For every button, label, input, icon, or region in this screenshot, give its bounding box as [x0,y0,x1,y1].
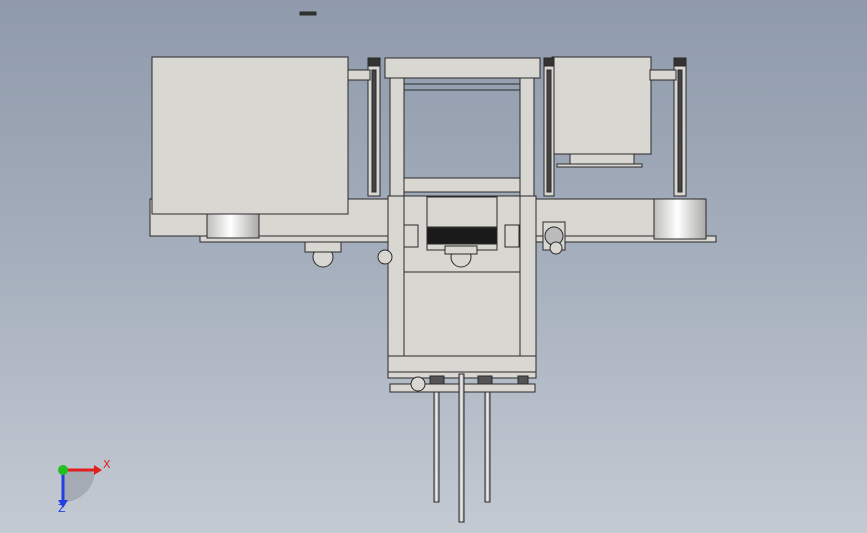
frame-col-right [519,77,535,197]
top-mark [299,11,317,16]
rod-left [433,391,440,503]
x-axis-label: X [103,458,111,471]
motor-housing [426,196,498,228]
roller-left [403,224,419,248]
bar-right [649,69,677,81]
right-box-foot [569,153,635,165]
z-axis-label: Z [58,502,66,515]
center-panel [403,271,521,357]
right-cylinder [653,198,707,240]
graphics-viewport[interactable]: X Z [0,0,867,533]
wheel-4 [549,241,563,255]
y-axis-dot [58,465,68,475]
roller-right [504,224,520,248]
coordinate-triad: X Z [58,458,111,515]
rod-center [458,373,465,523]
left-box [151,56,349,215]
right-box-rail [556,163,643,168]
frame-bottom-bar [403,177,521,193]
rod-right [484,391,491,503]
knob-1 [367,57,381,67]
frame-col-left [389,77,405,197]
knob-3 [673,57,687,67]
bar-left [347,69,371,81]
left-cylinder [206,213,260,239]
triad-plane [63,470,95,502]
center-bottom [387,355,537,373]
motor-belt [426,227,498,245]
bolt-1 [410,376,426,392]
knob-2 [543,57,555,67]
right-box [551,56,652,155]
wheel-2 [377,249,393,265]
top-frame-cap [384,57,541,79]
